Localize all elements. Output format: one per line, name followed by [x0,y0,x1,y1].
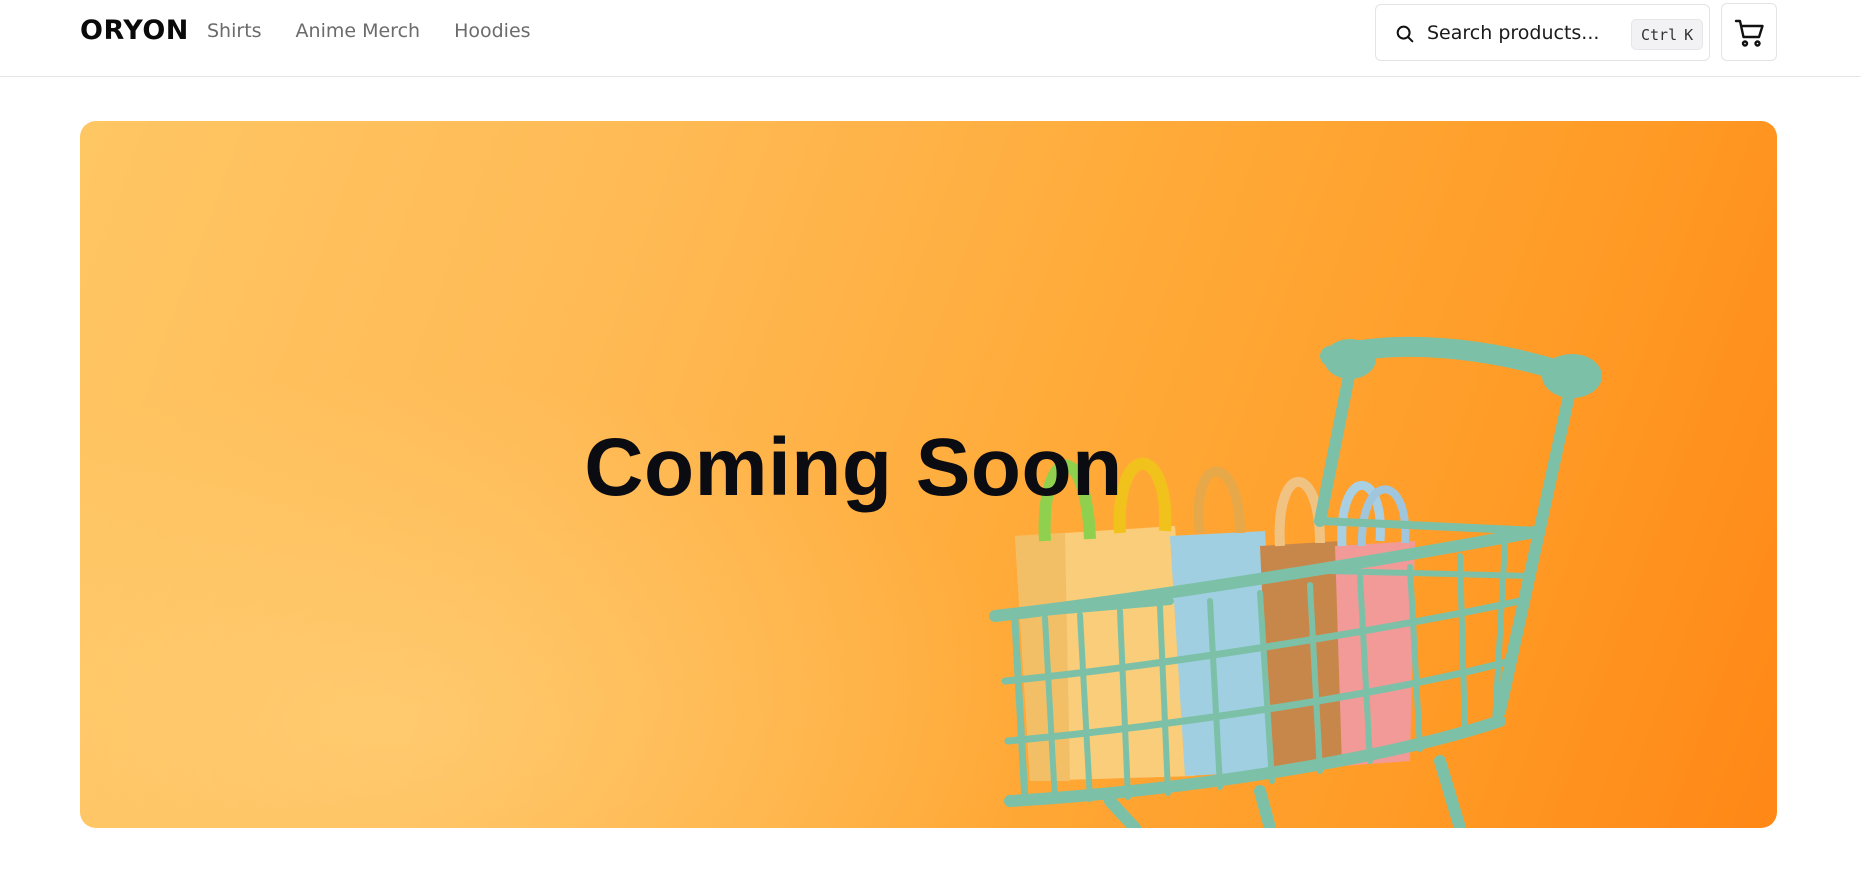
cart-icon [1734,19,1764,47]
site-header: ORYON Shirts Anime Merch Hoodies Search … [0,0,1861,77]
hero-banner: Coming Soon [80,121,1777,828]
hero-title: Coming Soon [584,422,1123,513]
search-input[interactable]: Search products... Ctrl K [1375,4,1710,61]
shortcut-key-k: K [1684,25,1694,44]
cart-button[interactable] [1721,3,1777,61]
main-nav: Shirts Anime Merch Hoodies [207,20,531,42]
brand-logo[interactable]: ORYON [80,15,189,46]
nav-link-hoodies[interactable]: Hoodies [454,20,530,42]
search-icon [1396,25,1414,43]
nav-link-shirts[interactable]: Shirts [207,20,262,42]
search-shortcut-badge: Ctrl K [1631,19,1704,50]
shortcut-key-ctrl: Ctrl [1641,25,1678,44]
nav-link-anime-merch[interactable]: Anime Merch [296,20,421,42]
search-placeholder: Search products... [1427,22,1600,44]
